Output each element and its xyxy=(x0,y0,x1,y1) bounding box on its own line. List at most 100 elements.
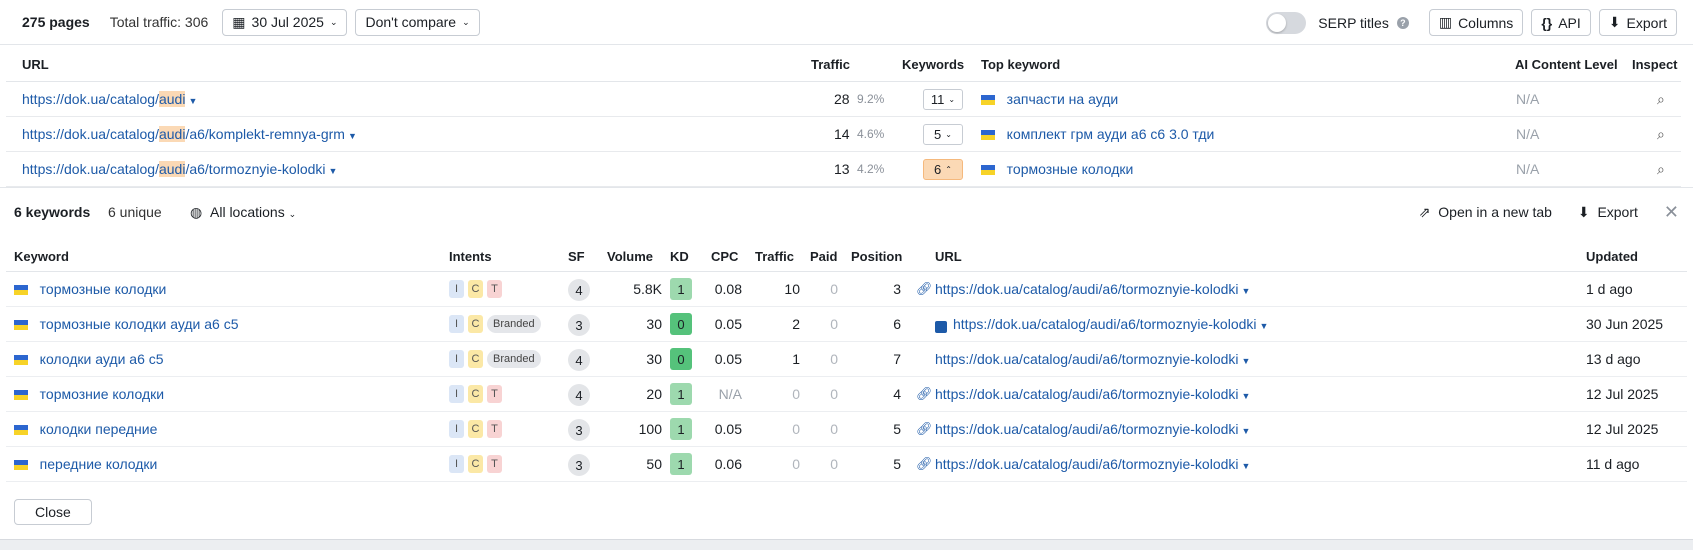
columns-button[interactable]: ▥ Columns xyxy=(1428,9,1524,36)
caret-down-icon[interactable]: ▼ xyxy=(1242,426,1251,436)
page-url-link[interactable]: https://dok.ua/catalog/audi/a6/komplekt-… xyxy=(22,126,357,142)
keyword-link[interactable]: тормозные колодки ауди а6 с5 xyxy=(40,316,239,332)
date-label: 30 Jul 2025 xyxy=(251,14,324,30)
updated-value: 11 d ago xyxy=(1586,456,1640,472)
close-button[interactable]: Close xyxy=(14,499,92,525)
keyword-cell[interactable]: тормозние колодки xyxy=(14,386,164,402)
sf-count[interactable]: 3 xyxy=(568,454,590,476)
url-text: https://dok.ua/catalog/audi/a6/tormoznyi… xyxy=(935,351,1239,367)
top-keyword[interactable]: тормозные колодки xyxy=(981,161,1133,177)
table-row: https://dok.ua/catalog/audi ▼ 28 9.2% 11 ⌄… xyxy=(6,82,1681,117)
caret-down-icon[interactable]: ▼ xyxy=(1242,461,1251,471)
ranking-url-link[interactable]: https://dok.ua/catalog/audi/a6/tormoznyi… xyxy=(935,456,1250,472)
caret-down-icon[interactable]: ▼ xyxy=(329,166,338,176)
ranking-url-link[interactable]: https://dok.ua/catalog/audi/a6/tormoznyi… xyxy=(953,316,1268,332)
ranking-url-link[interactable]: https://dok.ua/catalog/audi/a6/tormoznyi… xyxy=(935,281,1250,297)
sf-count[interactable]: 4 xyxy=(568,279,590,301)
keywords-dropdown-expanded[interactable]: 6 ⌃ xyxy=(923,159,963,180)
ranking-url-link[interactable]: https://dok.ua/catalog/audi/a6/tormoznyi… xyxy=(935,421,1250,437)
ranking-url-link[interactable]: https://dok.ua/catalog/audi/a6/tormoznyi… xyxy=(935,351,1250,367)
search-icon[interactable]: ⌕ xyxy=(1657,91,1665,108)
locations-dropdown[interactable]: ◍ All locations ⌄ xyxy=(190,204,296,221)
url-text: https://dok.ua/catalog/audi/a6/tormoznyi… xyxy=(935,456,1239,472)
col-traffic[interactable]: Traffic xyxy=(811,57,850,72)
caret-down-icon[interactable]: ▼ xyxy=(1242,286,1251,296)
page-url-link[interactable]: https://dok.ua/catalog/audi/a6/tormoznyi… xyxy=(22,161,337,177)
caret-down-icon[interactable]: ▼ xyxy=(1242,356,1251,366)
intents-cell: ICT xyxy=(449,280,506,298)
paid-value: 0 xyxy=(830,316,838,332)
serp-titles-toggle[interactable] xyxy=(1266,11,1307,34)
keywords-dropdown[interactable]: 11 ⌄ xyxy=(923,89,963,110)
keyword-link[interactable]: тормозные колодки xyxy=(40,281,167,297)
top-keyword-link[interactable]: запчасти на ауди xyxy=(1007,91,1119,107)
keyword-cell[interactable]: колодки ауди а6 с5 xyxy=(14,351,164,367)
keywords-dropdown[interactable]: 5 ⌄ xyxy=(923,124,963,145)
top-keyword[interactable]: комплект грм ауди а6 с6 3.0 тди xyxy=(981,126,1214,142)
col-paid[interactable]: Paid xyxy=(810,249,837,264)
intent-badge: Branded xyxy=(487,315,541,333)
page-bottom-strip xyxy=(0,540,1693,550)
page-url-link[interactable]: https://dok.ua/catalog/audi ▼ xyxy=(22,91,197,107)
caret-down-icon[interactable]: ▼ xyxy=(348,131,357,141)
keywords-panel-bar: 6 keywords 6 unique ◍ All locations ⌄ ⇗ … xyxy=(0,188,1693,226)
top-keyword[interactable]: запчасти на ауди xyxy=(981,91,1118,107)
keyword-cell[interactable]: тормозные колодки ауди а6 с5 xyxy=(14,316,239,332)
col-position[interactable]: Position xyxy=(851,249,902,264)
search-icon[interactable]: ⌕ xyxy=(1657,161,1665,178)
intent-badge: I xyxy=(449,455,464,473)
col-intents: Intents xyxy=(449,249,492,264)
col-volume[interactable]: Volume xyxy=(607,249,653,264)
sf-count[interactable]: 4 xyxy=(568,349,590,371)
ukraine-flag-icon xyxy=(14,425,28,436)
keyword-link[interactable]: колодки передние xyxy=(40,421,158,437)
date-picker-button[interactable]: ▦ 30 Jul 2025 ⌄ xyxy=(222,8,348,36)
keyword-link[interactable]: колодки ауди а6 с5 xyxy=(40,351,164,367)
help-icon[interactable]: ? xyxy=(1396,16,1409,29)
col-keywords[interactable]: Keywords xyxy=(902,57,964,72)
col-traffic[interactable]: Traffic xyxy=(755,249,794,264)
sf-count[interactable]: 4 xyxy=(568,384,590,406)
keyword-cell[interactable]: колодки передние xyxy=(14,421,157,437)
caret-down-icon[interactable]: ▼ xyxy=(1260,321,1269,331)
panel-export-button[interactable]: ⬇ Export xyxy=(1578,204,1638,221)
intent-badge: I xyxy=(449,420,464,438)
kd-badge: 1 xyxy=(670,278,692,300)
open-new-tab-label: Open in a new tab xyxy=(1438,204,1552,220)
keyword-cell[interactable]: тормозные колодки xyxy=(14,281,166,297)
col-sf[interactable]: SF xyxy=(568,249,585,264)
sf-count[interactable]: 3 xyxy=(568,419,590,441)
url-highlight: audi xyxy=(158,91,186,107)
col-updated[interactable]: Updated xyxy=(1586,249,1638,264)
intents-cell: I C Branded xyxy=(449,350,545,368)
paid-value: 0 xyxy=(830,386,838,402)
compare-dropdown[interactable]: Don't compare ⌄ xyxy=(355,8,480,36)
col-top-keyword[interactable]: Top keyword xyxy=(981,57,1060,72)
ranking-url-link[interactable]: https://dok.ua/catalog/audi/a6/tormoznyi… xyxy=(935,386,1250,402)
serp-titles-label: SERP titles xyxy=(1318,14,1389,31)
intents-cell: ICT xyxy=(449,420,506,438)
keyword-cell[interactable]: передние колодки xyxy=(14,456,157,472)
col-ai-content-level[interactable]: AI Content Level xyxy=(1515,57,1618,72)
col-kd[interactable]: KD xyxy=(670,249,689,264)
intent-badge: I xyxy=(449,280,464,298)
open-new-tab-button[interactable]: ⇗ Open in a new tab xyxy=(1419,204,1552,221)
close-icon[interactable]: ✕ xyxy=(1664,202,1679,223)
top-keyword-link[interactable]: комплект грм ауди а6 с6 3.0 тди xyxy=(1007,126,1215,142)
kd-badge: 1 xyxy=(670,383,692,405)
search-icon[interactable]: ⌕ xyxy=(1657,126,1665,143)
api-button[interactable]: {} API xyxy=(1531,9,1591,36)
caret-down-icon[interactable]: ▼ xyxy=(188,96,197,106)
sf-count[interactable]: 3 xyxy=(568,314,590,336)
keyword-link[interactable]: передние колодки xyxy=(40,456,158,472)
col-cpc[interactable]: CPC xyxy=(711,249,738,264)
intent-badge: I xyxy=(449,350,464,368)
keyword-link[interactable]: тормозние колодки xyxy=(40,386,164,402)
top-keyword-link[interactable]: тормозные колодки xyxy=(1007,161,1134,177)
col-url[interactable]: URL xyxy=(22,57,49,72)
caret-down-icon[interactable]: ▼ xyxy=(1242,391,1251,401)
ukraine-flag-icon xyxy=(14,460,28,471)
col-keyword[interactable]: Keyword xyxy=(14,249,69,264)
keywords-table-header: Keyword Intents SF Volume KD CPC Traffic… xyxy=(6,242,1687,272)
export-button[interactable]: ⬇ Export xyxy=(1598,9,1677,36)
